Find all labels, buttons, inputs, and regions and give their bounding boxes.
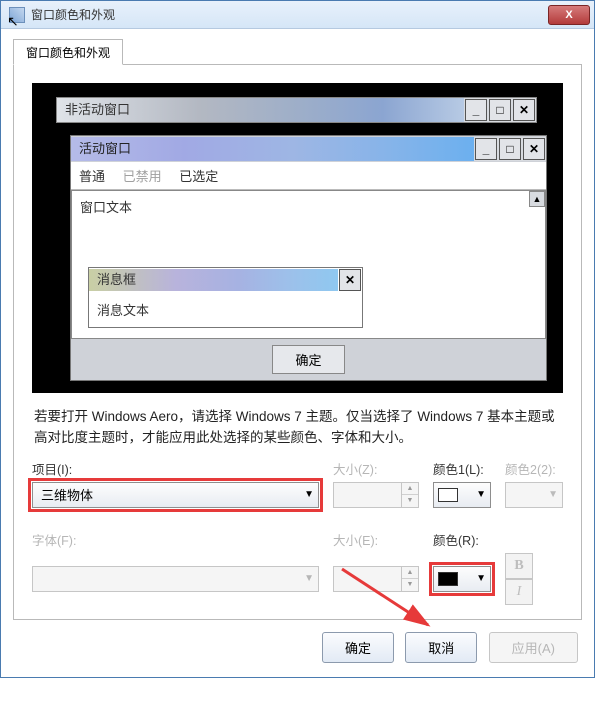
colorR-swatch	[438, 572, 458, 586]
ok-button-preview: 确定	[272, 345, 344, 374]
tab-pane: 非活动窗口 _ □ ✕ 活动窗口 _ □ ✕	[13, 65, 582, 620]
dialog-window: ↖ 窗口颜色和外观 X 窗口颜色和外观 非活动窗口 _ □ ✕	[0, 0, 595, 678]
spin-down-icon: ▼	[402, 495, 418, 507]
label-color2: 颜色2(2):	[505, 459, 563, 478]
tab-row: 窗口颜色和外观	[13, 39, 582, 65]
notice-text: 若要打开 Windows Aero，请选择 Windows 7 主题。仅当选择了…	[34, 407, 561, 449]
close-icon: ✕	[523, 138, 545, 160]
format-buttons: B I	[505, 553, 563, 605]
text-area: 窗口文本 ▲ 消息框 ✕ 消息文本	[71, 190, 546, 339]
maximize-icon: □	[489, 99, 511, 121]
colorR-button[interactable]: ▼	[433, 566, 491, 592]
message-box-preview: 消息框 ✕ 消息文本	[88, 267, 363, 328]
active-title-text: 活动窗口	[71, 137, 474, 161]
close-icon: ✕	[339, 269, 361, 291]
size-input	[333, 482, 401, 508]
font-dropdown: ▼	[32, 566, 319, 592]
window-text: 窗口文本	[72, 191, 545, 222]
size2-spinner: ▲▼	[333, 566, 419, 592]
cancel-button[interactable]: 取消	[405, 632, 477, 663]
color1-button[interactable]: ▼	[433, 482, 491, 508]
button-bar: 确定	[71, 339, 546, 380]
dialog-buttons: 确定 取消 应用(A)	[13, 632, 582, 663]
window-close-button[interactable]: X	[548, 5, 590, 25]
label-item: 项目(I):	[32, 459, 319, 478]
inactive-titlebar: 非活动窗口 _ □ ✕	[56, 97, 537, 123]
label-size2: 大小(E):	[333, 530, 419, 549]
label-size: 大小(Z):	[333, 459, 419, 478]
inactive-controls: _ □ ✕	[464, 98, 536, 122]
app-icon	[9, 7, 25, 23]
controls-grid: 项目(I): 大小(Z): 颜色1(L): 颜色2(2): 三维物体 ▼ ▲▼ …	[32, 459, 563, 605]
tab-appearance[interactable]: 窗口颜色和外观	[13, 39, 123, 65]
menu-normal: 普通	[79, 169, 105, 184]
msgbox-title: 消息框	[89, 269, 338, 291]
color2-button: ▼	[505, 482, 563, 508]
preview-area: 非活动窗口 _ □ ✕ 活动窗口 _ □ ✕	[32, 83, 563, 393]
item-value: 三维物体	[41, 485, 93, 504]
size-spinner: ▲▼	[333, 482, 419, 508]
inactive-window-preview: 非活动窗口 _ □ ✕	[56, 97, 537, 123]
bold-button: B	[505, 553, 533, 579]
chevron-down-icon: ▼	[476, 573, 486, 584]
active-titlebar: 活动窗口 _ □ ✕	[71, 136, 546, 162]
size2-input	[333, 566, 401, 592]
inactive-title-text: 非活动窗口	[57, 98, 464, 122]
active-controls: _ □ ✕	[474, 137, 546, 161]
ok-button[interactable]: 确定	[322, 632, 394, 663]
chevron-down-icon: ▼	[304, 573, 314, 584]
apply-button: 应用(A)	[489, 632, 578, 663]
msgbox-body: 消息文本	[89, 292, 362, 327]
chevron-down-icon: ▼	[548, 489, 558, 500]
menu-selected: 已选定	[179, 169, 218, 184]
minimize-icon: _	[465, 99, 487, 121]
chevron-down-icon: ▼	[304, 489, 314, 500]
content-area: 窗口颜色和外观 非活动窗口 _ □ ✕ 活动窗口	[1, 29, 594, 677]
size-spin-buttons: ▲▼	[401, 482, 419, 508]
label-font: 字体(F):	[32, 530, 319, 549]
msgbox-titlebar: 消息框 ✕	[89, 268, 362, 292]
chevron-down-icon: ▼	[476, 489, 486, 500]
label-color1: 颜色1(L):	[433, 459, 491, 478]
titlebar: ↖ 窗口颜色和外观 X	[1, 1, 594, 29]
italic-button: I	[505, 579, 533, 605]
window-title: 窗口颜色和外观	[31, 6, 548, 23]
spin-up-icon: ▲	[402, 567, 418, 580]
active-window-preview: 活动窗口 _ □ ✕ 普通 已禁用 已选定 窗口文本 ▲	[70, 135, 547, 381]
color1-swatch	[438, 488, 458, 502]
spin-down-icon: ▼	[402, 579, 418, 591]
spin-up-icon: ▲	[402, 483, 418, 496]
label-colorR: 颜色(R):	[433, 530, 491, 549]
maximize-icon: □	[499, 138, 521, 160]
item-dropdown[interactable]: 三维物体 ▼	[32, 482, 319, 508]
minimize-icon: _	[475, 138, 497, 160]
close-icon: ✕	[513, 99, 535, 121]
menu-disabled: 已禁用	[123, 169, 162, 184]
menu-bar: 普通 已禁用 已选定	[71, 162, 546, 190]
size2-spin-buttons: ▲▼	[401, 566, 419, 592]
scroll-up-icon: ▲	[529, 191, 545, 207]
